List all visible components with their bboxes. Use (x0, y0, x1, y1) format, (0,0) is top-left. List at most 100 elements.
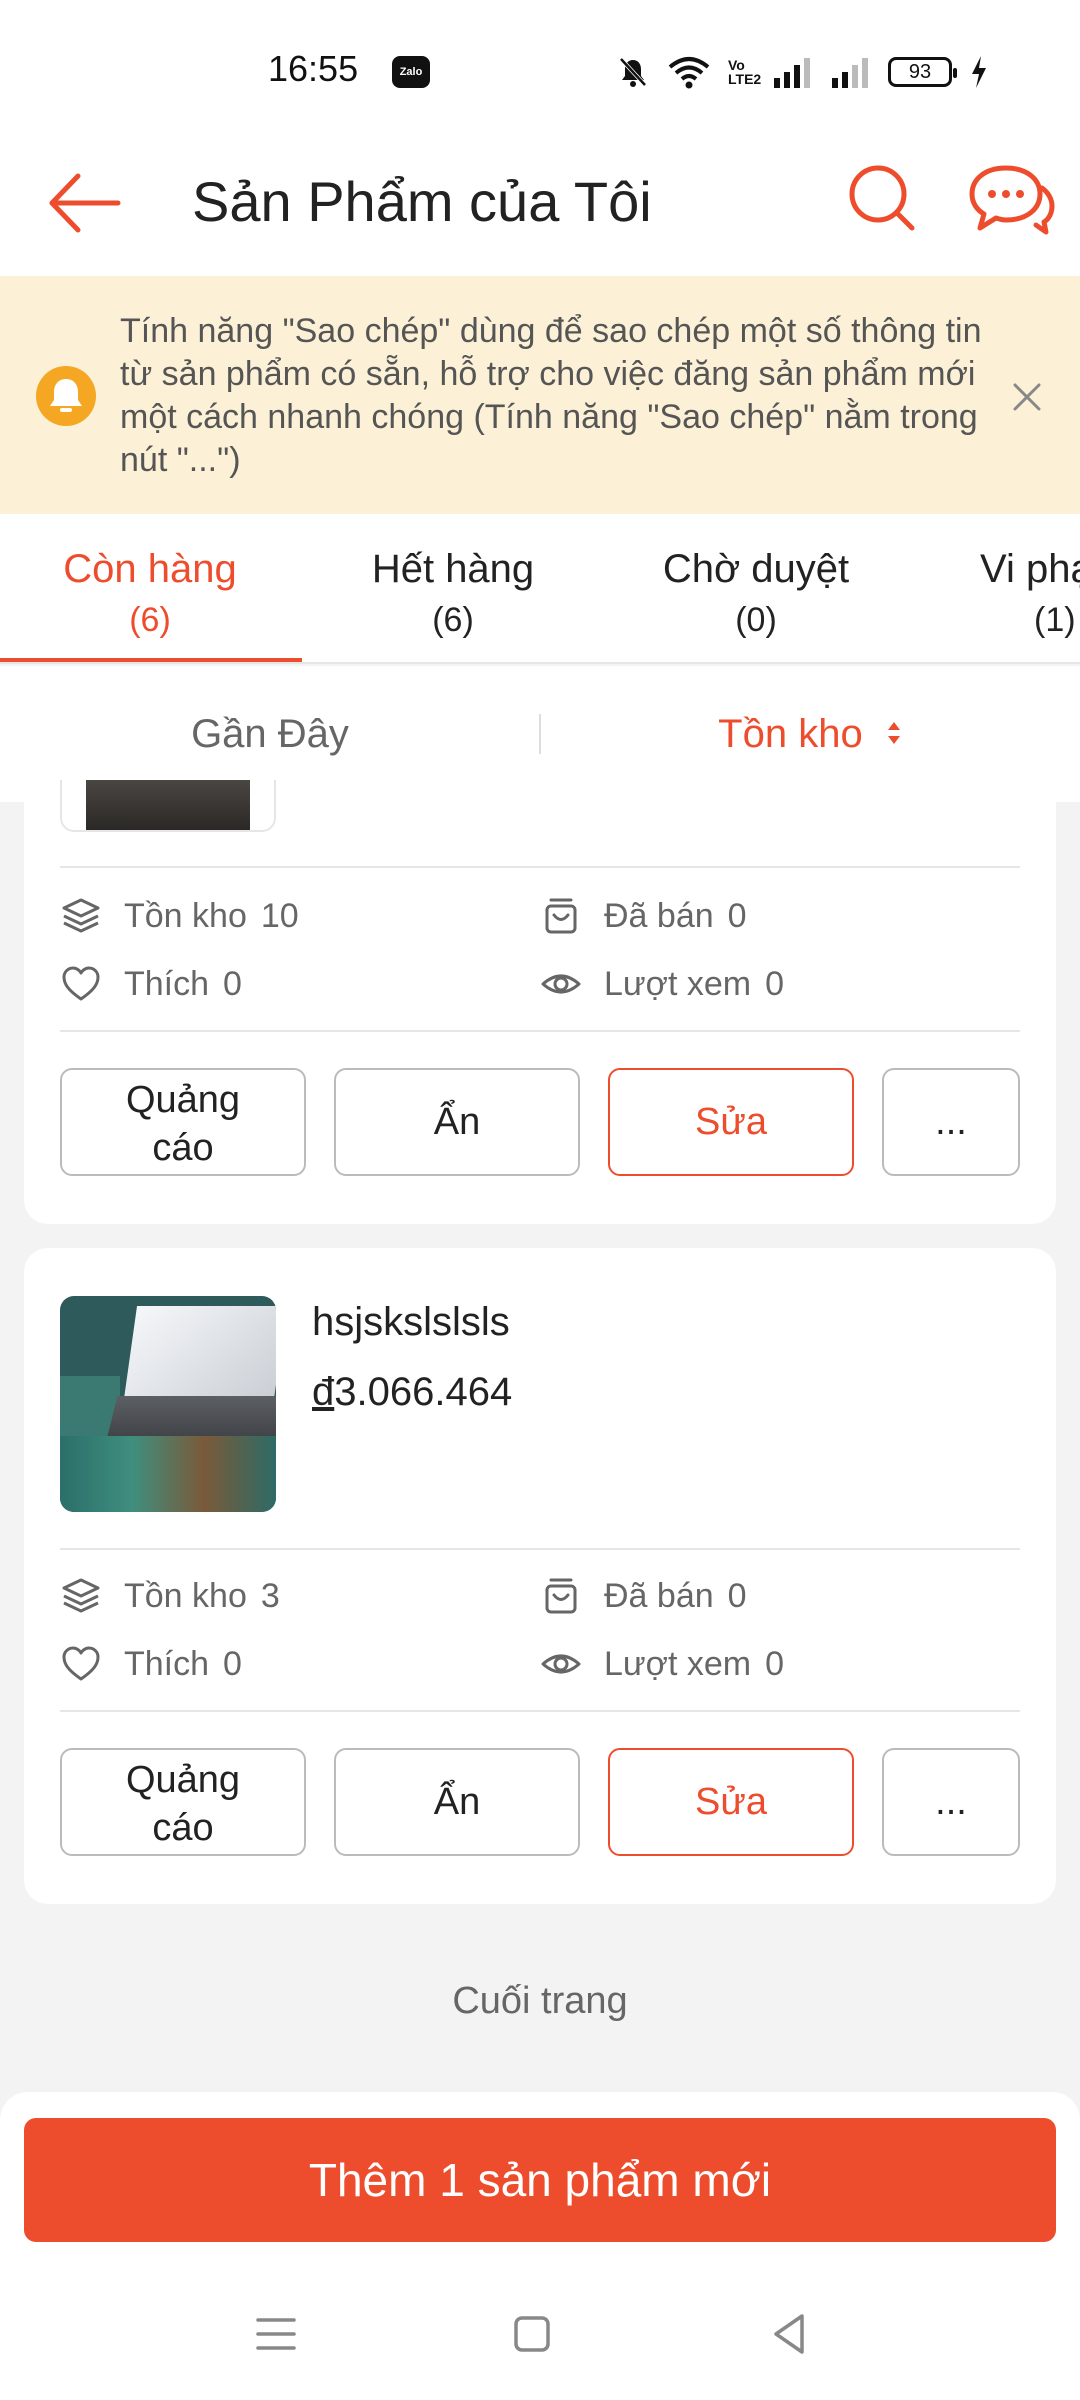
sold-label: Đã bán (604, 1577, 714, 1615)
stock-stat: Tồn kho 3 (60, 1574, 280, 1618)
likes-label: Thích (124, 1645, 210, 1683)
system-back-button[interactable] (760, 2304, 820, 2364)
back-button[interactable] (40, 158, 130, 248)
stock-label: Tồn kho (124, 1577, 247, 1615)
arrow-left-icon (49, 173, 121, 233)
sold-label: Đã bán (604, 897, 714, 935)
advertise-button[interactable]: Quảng cáo (60, 1748, 306, 1856)
stock-value: 3 (260, 1577, 280, 1615)
tab-out-of-stock[interactable]: Hết hàng (6) (303, 514, 603, 662)
sold-stat: Đã bán 0 (540, 894, 747, 938)
zalo-notification-icon: Zalo (392, 56, 430, 88)
chat-button[interactable] (966, 158, 1056, 242)
hide-button[interactable]: Ẩn (334, 1068, 580, 1176)
divider (60, 1548, 1020, 1550)
tab-count: (1) (1034, 601, 1076, 639)
battery-indicator: 93 (888, 57, 957, 87)
views-stat: Lượt xem 0 (540, 1642, 784, 1686)
tab-label: Chờ duyệt (662, 547, 850, 591)
signal-sim1-icon (774, 58, 810, 88)
edit-button[interactable]: Sửa (608, 1068, 854, 1176)
end-of-list-label: Cuối trang (452, 1980, 628, 2022)
views-label: Lượt xem (604, 1645, 752, 1683)
product-thumbnail[interactable] (60, 780, 276, 832)
hide-button[interactable]: Ẩn (334, 1748, 580, 1856)
charging-icon (972, 56, 986, 88)
package-icon (545, 1578, 577, 1614)
product-price: đ3.066.464 (312, 1366, 512, 1418)
product-name[interactable]: hsjskslslsls (312, 1296, 510, 1348)
tab-violation[interactable]: Vi phạm (1) (906, 514, 1080, 662)
square-icon (514, 2316, 550, 2352)
tab-label: Vi phạm (980, 547, 1080, 591)
divider (60, 866, 1020, 868)
notice-close-button[interactable] (1004, 374, 1050, 420)
status-icons: Vo LTE2 93 (616, 52, 988, 92)
likes-value: 0 (223, 965, 242, 1003)
stock-label: Tồn kho (124, 897, 247, 935)
likes-label: Thích (124, 965, 210, 1003)
product-thumbnail[interactable] (60, 1296, 276, 1512)
advertise-label-line1: Quảng (125, 1759, 241, 1801)
likes-value: 0 (223, 1645, 242, 1683)
likes-stat: Thích 0 (60, 1642, 242, 1686)
package-icon (545, 898, 577, 934)
notice-bell-icon (36, 366, 96, 431)
tab-count: (6) (129, 601, 171, 639)
triangle-back-icon (774, 2314, 804, 2354)
app-header: Sản Phẩm của Tôi (0, 130, 1080, 276)
close-icon (1013, 383, 1041, 411)
views-value: 0 (765, 965, 785, 1003)
status-time: 16:55 (268, 48, 359, 89)
eye-icon (541, 974, 581, 994)
views-value: 0 (765, 1645, 785, 1683)
advertise-label-line1: Quảng (125, 1079, 241, 1121)
advertise-label-line2: cáo (152, 1127, 214, 1169)
tab-pending-review[interactable]: Chờ duyệt (0) (606, 514, 906, 662)
home-button[interactable] (502, 2304, 562, 2364)
status-tabs: Còn hàng (6) Hết hàng (6) Chờ duyệt (0) … (0, 514, 1080, 664)
volte-icon: Vo LTE2 (728, 57, 762, 87)
more-options-button[interactable]: ... (882, 1748, 1020, 1856)
advertise-label-line2: cáo (152, 1807, 214, 1849)
search-button[interactable] (842, 158, 922, 238)
tab-count: (0) (735, 601, 777, 639)
active-tab-indicator (0, 658, 302, 662)
divider (60, 1030, 1020, 1032)
sold-stat: Đã bán 0 (540, 1574, 747, 1618)
more-options-button[interactable]: ... (882, 1068, 1020, 1176)
advertise-button[interactable]: Quảng cáo (60, 1068, 306, 1176)
signal-sim2-icon (832, 58, 868, 88)
status-bar: 16:55 Zalo Vo LTE2 93 (0, 0, 1080, 130)
views-stat: Lượt xem 0 (540, 962, 784, 1006)
product-card: Tồn kho 10 Đã bán 0 Thích 0 Lượt xem 0 Q… (24, 780, 1056, 1224)
add-product-button[interactable]: Thêm 1 sản phẩm mới (24, 2118, 1056, 2242)
layers-icon (62, 898, 100, 933)
heart-icon (62, 966, 100, 1001)
stock-value: 10 (260, 897, 299, 935)
recent-apps-button[interactable] (246, 2304, 306, 2364)
search-icon (849, 165, 915, 231)
tab-label: Hết hàng (371, 547, 535, 591)
views-label: Lượt xem (604, 965, 752, 1003)
tab-count: (6) (432, 601, 474, 639)
tab-in-stock[interactable]: Còn hàng (6) (0, 514, 300, 662)
sold-value: 0 (727, 897, 747, 935)
heart-icon (62, 1646, 100, 1681)
bell-muted-icon (619, 57, 647, 87)
eye-icon (541, 1654, 581, 1674)
system-nav-bar (0, 2264, 1080, 2400)
wifi-icon (668, 57, 710, 89)
edit-button[interactable]: Sửa (608, 1748, 854, 1856)
layers-icon (62, 1578, 100, 1613)
menu-lines-icon (256, 2318, 296, 2350)
stock-stat: Tồn kho 10 (60, 894, 299, 938)
currency-symbol: đ (312, 1370, 335, 1414)
chat-bubbles-icon (969, 165, 1055, 235)
sold-value: 0 (727, 1577, 747, 1615)
page-title: Sản Phẩm của Tôi (192, 170, 652, 233)
notice-text: Tính năng "Sao chép" dùng để sao chép mộ… (120, 312, 982, 479)
sort-stock-label: Tồn kho (718, 712, 863, 756)
sort-toggle-icon (887, 722, 900, 745)
divider (60, 1710, 1020, 1712)
